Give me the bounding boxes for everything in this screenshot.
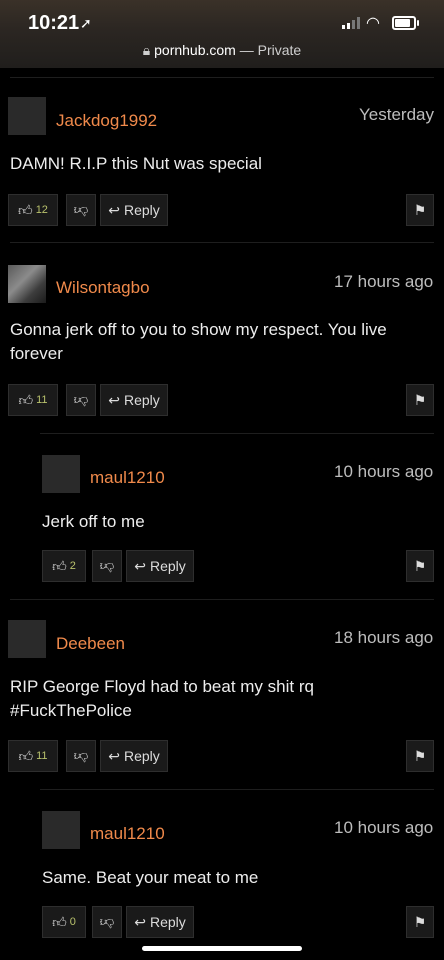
flag-icon: ⚑ [413,391,427,408]
reply-arrow-icon: ↩ [108,201,120,218]
url-domain: pornhub.com [154,42,236,58]
flag-button[interactable]: ⚑ [406,740,434,772]
reply-label: Reply [123,392,160,408]
flag-icon: ⚑ [413,913,427,930]
thumbs-down-icon: 👍︎ [99,914,115,931]
reply-arrow-icon: ↩ [108,391,120,408]
comment-text: Jerk off to me [42,512,145,531]
clock: 10:21 [28,12,80,34]
lock-icon: 🔒︎ [142,42,151,58]
comment-username[interactable]: maul1210 [90,468,165,488]
url-private-label: — Private [235,42,302,58]
comment-username[interactable]: Jackdog1992 [56,111,157,131]
signal-icon [342,16,362,34]
upvote-count: 2 [69,560,76,572]
thumbs-up-icon: 👍︎ [52,913,67,930]
comment-timestamp: 10 hours ago [334,462,434,481]
reply-label: Reply [123,202,160,218]
upvote-button[interactable]: 👍︎ 11 [8,740,58,772]
divider [10,599,434,600]
comment-text: DAMN! R.I.P this Nut was special [10,154,262,173]
upvote-button[interactable]: 👍︎ 12 [8,194,58,226]
comment-username[interactable]: maul1210 [90,824,165,844]
url-bar[interactable]: 🔒︎ pornhub.com — Private [0,42,444,59]
upvote-count: 12 [35,204,48,216]
reply-label: Reply [149,914,186,930]
comment-timestamp: 18 hours ago [334,628,434,647]
reply-button[interactable]: ↩ Reply [126,550,194,582]
reply-button[interactable]: ↩ Reply [100,740,168,772]
upvote-button[interactable]: 👍︎ 2 [42,550,86,582]
avatar[interactable] [8,97,46,135]
comment-username[interactable]: Wilsontagbo [56,278,150,298]
reply-arrow-icon: ↩ [134,913,146,930]
upvote-count: 11 [36,394,48,406]
thumbs-down-icon: 👍︎ [99,558,115,575]
divider [10,242,434,243]
upvote-button[interactable]: 👍︎ 0 [42,906,86,938]
thumbs-down-icon: 👍︎ [73,748,89,765]
divider [40,789,434,790]
location-arrow-icon: ➚ [80,15,92,31]
divider [40,433,434,434]
divider [10,77,434,78]
reply-arrow-icon: ↩ [108,747,120,764]
reply-button[interactable]: ↩ Reply [100,194,168,226]
avatar[interactable] [42,811,80,849]
comment-text: RIP George Floyd had to beat my shit rq … [10,677,314,720]
upvote-count: 0 [69,916,76,928]
downvote-button[interactable]: 👍︎ [66,384,96,416]
thumbs-down-icon: 👍︎ [73,202,89,219]
thumbs-up-icon: 👍︎ [18,747,34,764]
downvote-button[interactable]: 👍︎ [92,550,122,582]
reply-label: Reply [123,748,160,764]
thumbs-up-icon: 👍︎ [52,557,67,574]
downvote-button[interactable]: 👍︎ [92,906,122,938]
thumbs-up-icon: 👍︎ [18,201,33,218]
comment-text: Gonna jerk off to you to show my respect… [10,320,387,363]
avatar[interactable] [8,620,46,658]
comment-username[interactable]: Deebeen [56,634,125,654]
reply-label: Reply [149,558,186,574]
reply-button[interactable]: ↩ Reply [100,384,168,416]
comment-timestamp: Yesterday [359,105,434,124]
flag-icon: ⚑ [413,747,427,764]
battery-icon [392,16,419,30]
avatar[interactable] [42,455,80,493]
flag-button[interactable]: ⚑ [406,384,434,416]
flag-button[interactable]: ⚑ [406,550,434,582]
thumbs-down-icon: 👍︎ [73,392,89,409]
avatar[interactable] [8,265,46,303]
downvote-button[interactable]: 👍︎ [66,740,96,772]
flag-button[interactable]: ⚑ [406,906,434,938]
wifi-icon: ◠ [366,15,380,32]
home-indicator[interactable] [142,946,302,951]
comment-timestamp: 10 hours ago [334,818,434,837]
downvote-button[interactable]: 👍︎ [66,194,96,226]
flag-icon: ⚑ [413,201,427,218]
reply-arrow-icon: ↩ [134,557,146,574]
upvote-count: 11 [36,750,48,762]
flag-icon: ⚑ [413,557,427,574]
thumbs-up-icon: 👍︎ [18,391,34,408]
comment-timestamp: 17 hours ago [334,272,434,291]
comment-text: Same. Beat your meat to me [42,868,259,887]
upvote-button[interactable]: 👍︎ 11 [8,384,58,416]
reply-button[interactable]: ↩ Reply [126,906,194,938]
flag-button[interactable]: ⚑ [406,194,434,226]
browser-status-bar: 10:21 ➚ ◠ 🔒︎ pornhub.com — Private [0,0,444,68]
